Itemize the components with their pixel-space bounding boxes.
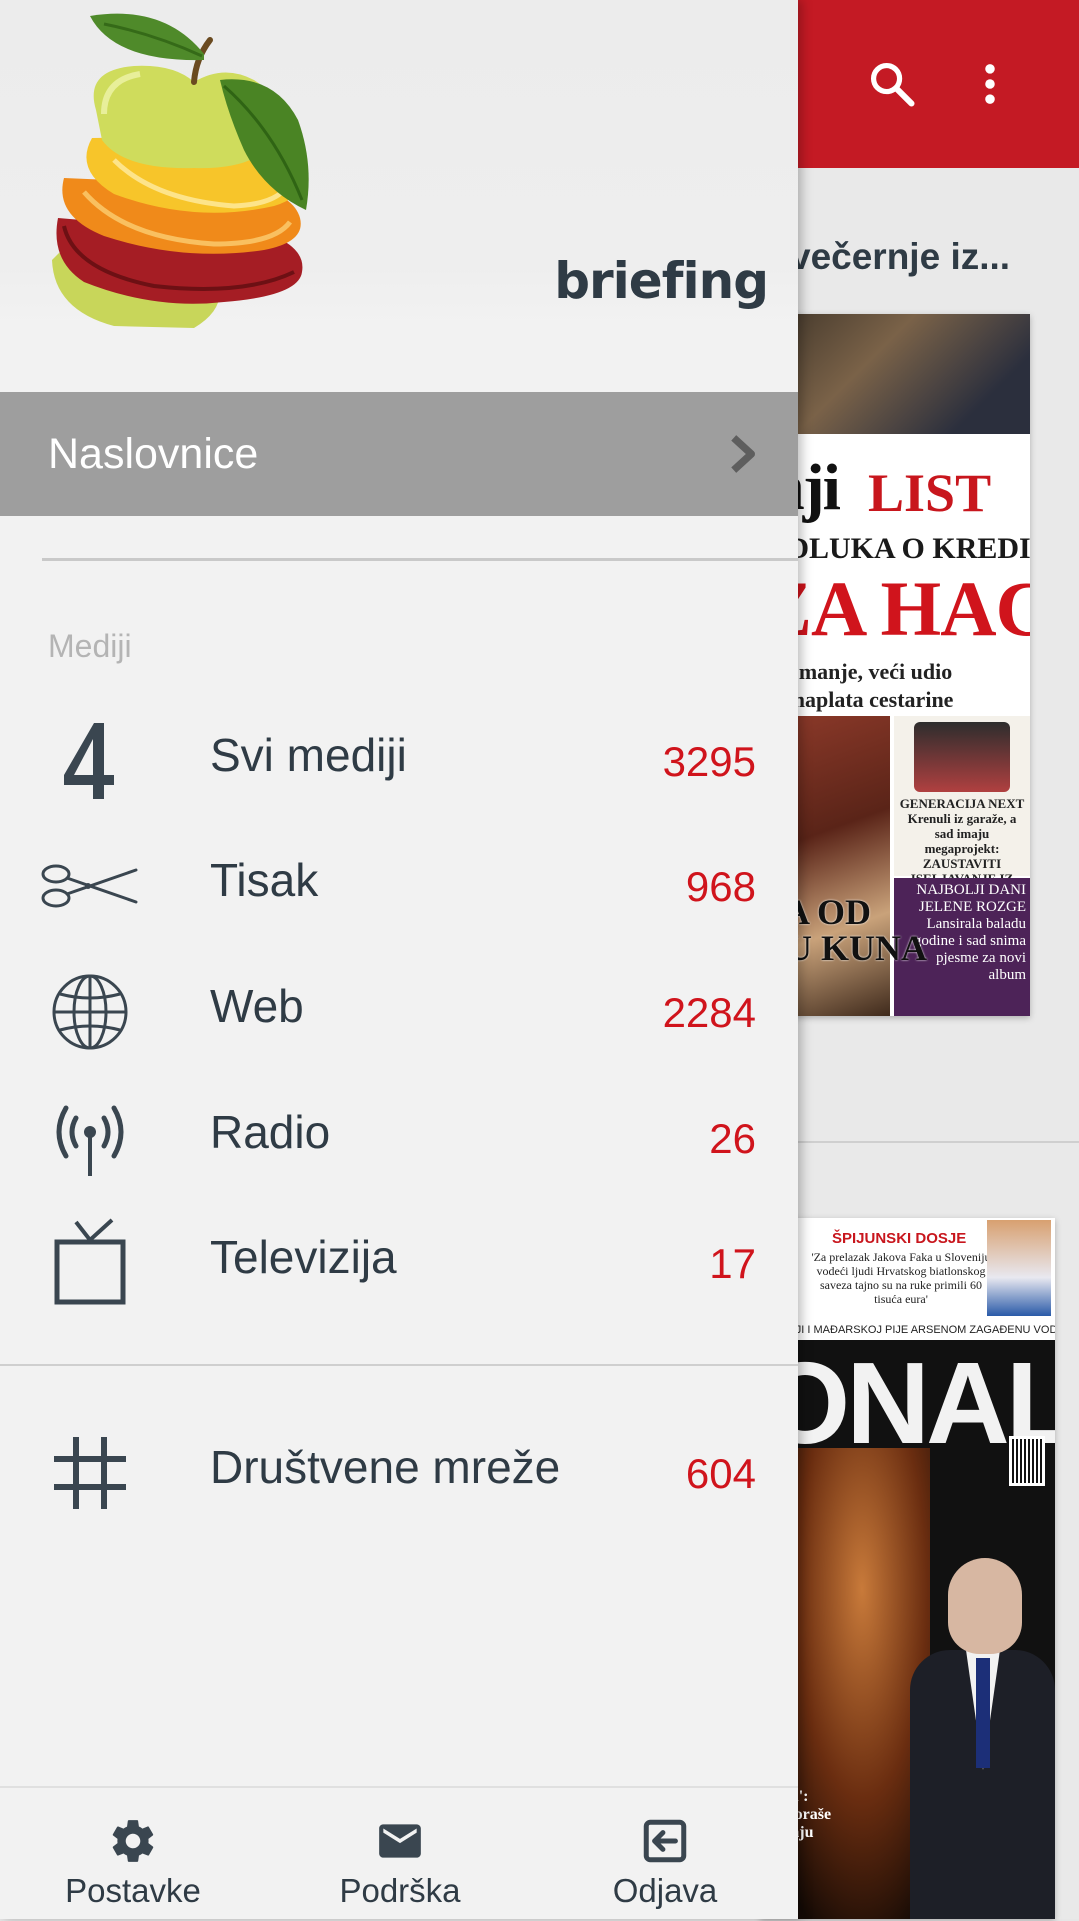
nav-item-label: Naslovnice [48, 429, 259, 478]
media-item-label: Radio [210, 1106, 331, 1158]
cover-portrait [914, 722, 1010, 792]
media-item-tisak[interactable]: Tisak 968 [0, 823, 798, 949]
cover2-red-label: ŠPIJUNSKI DOSJE [832, 1230, 967, 1247]
search-icon[interactable] [866, 58, 918, 110]
cover2-top-band: ŠPIJUNSKI DOSJE 'Za prelazak Jakova Faka… [760, 1218, 1055, 1320]
media-item-web[interactable]: Web 2284 [0, 949, 798, 1075]
media-item-label: Svi mediji [210, 729, 407, 781]
gear-icon [112, 1820, 154, 1862]
media-item-label: Društvene mreže [210, 1441, 561, 1493]
nav-item-naslovnice[interactable]: Naslovnice [0, 392, 798, 516]
mail-icon [379, 1824, 421, 1858]
chevron-right-icon [731, 435, 755, 473]
four-icon [38, 709, 142, 813]
media-item-count: 968 [685, 863, 756, 910]
logout-icon [643, 1819, 687, 1863]
support-label: Podrška [339, 1872, 461, 1909]
support-button[interactable]: Podrška [320, 1788, 480, 1921]
cover2-athlete-photo [987, 1220, 1051, 1316]
media-item-label: Tisak [210, 854, 319, 906]
media-item-count: 26 [709, 1115, 756, 1162]
hashtag-icon [38, 1421, 142, 1525]
media-item-label: Web [210, 980, 304, 1032]
cover-box-b: GENERACIJA NEXT Krenuli iz garaže, a sad… [894, 716, 1030, 901]
media-item-label: Televizija [210, 1231, 397, 1283]
globe-icon [38, 960, 142, 1064]
scissors-icon [38, 834, 142, 938]
media-item-count: 604 [685, 1450, 756, 1497]
brand-name: briefing [554, 252, 769, 310]
divider [42, 558, 798, 561]
cover-headline-top: ODLUKA O KREDITU [764, 532, 1030, 565]
media-item-svi-mediji[interactable]: Svi mediji 3295 [0, 698, 798, 824]
cover-photo [760, 314, 1030, 434]
cover2-quote: 'Za prelazak Jakova Faka u Sloveniju vod… [811, 1250, 991, 1306]
more-vert-icon[interactable] [964, 58, 1016, 110]
cover-masthead: nji LIST [760, 438, 1030, 526]
newspaper-cover-1[interactable]: nji LIST ODLUKA O KREDITU ZA HAC adi man… [760, 314, 1030, 1016]
media-item-radio[interactable]: Radio 26 [0, 1075, 798, 1201]
media-item-count: 3295 [662, 738, 756, 785]
logout-button[interactable]: Odjava [590, 1788, 740, 1921]
list-divider [790, 1141, 1079, 1143]
radio-antenna-icon [38, 1086, 142, 1190]
drawer-header: briefing [0, 0, 798, 328]
list-item-title[interactable]: večernje iz... [790, 236, 1010, 278]
media-item-count: 17 [709, 1240, 756, 1287]
logout-label: Odjava [612, 1872, 718, 1909]
fruit-logo-icon [52, 13, 309, 328]
settings-button[interactable]: Postavke [58, 1788, 208, 1921]
divider [0, 1364, 798, 1366]
media-item-count: 2284 [662, 989, 756, 1036]
barcode [1009, 1436, 1045, 1486]
media-item-televizija[interactable]: Televizija 17 [0, 1200, 798, 1326]
cover2-man-photo [910, 1558, 1055, 1919]
media-item-drustvene-mreze[interactable]: Društvene mreže 604 [0, 1410, 798, 1536]
newspaper-cover-2[interactable]: ŠPIJUNSKI DOSJE 'Za prelazak Jakova Faka… [760, 1218, 1055, 1919]
tv-icon [38, 1211, 142, 1315]
navigation-drawer: briefing Naslovnice Mediji Svi mediji 32… [0, 0, 798, 1919]
group-label-mediji: Mediji [48, 628, 132, 664]
cover-headline-red: ZA HAC [760, 565, 1030, 652]
drawer-bottom-bar: Postavke Podrška Odjava [0, 1786, 798, 1919]
masthead-red: LIST [868, 463, 992, 523]
settings-label: Postavke [65, 1872, 201, 1909]
